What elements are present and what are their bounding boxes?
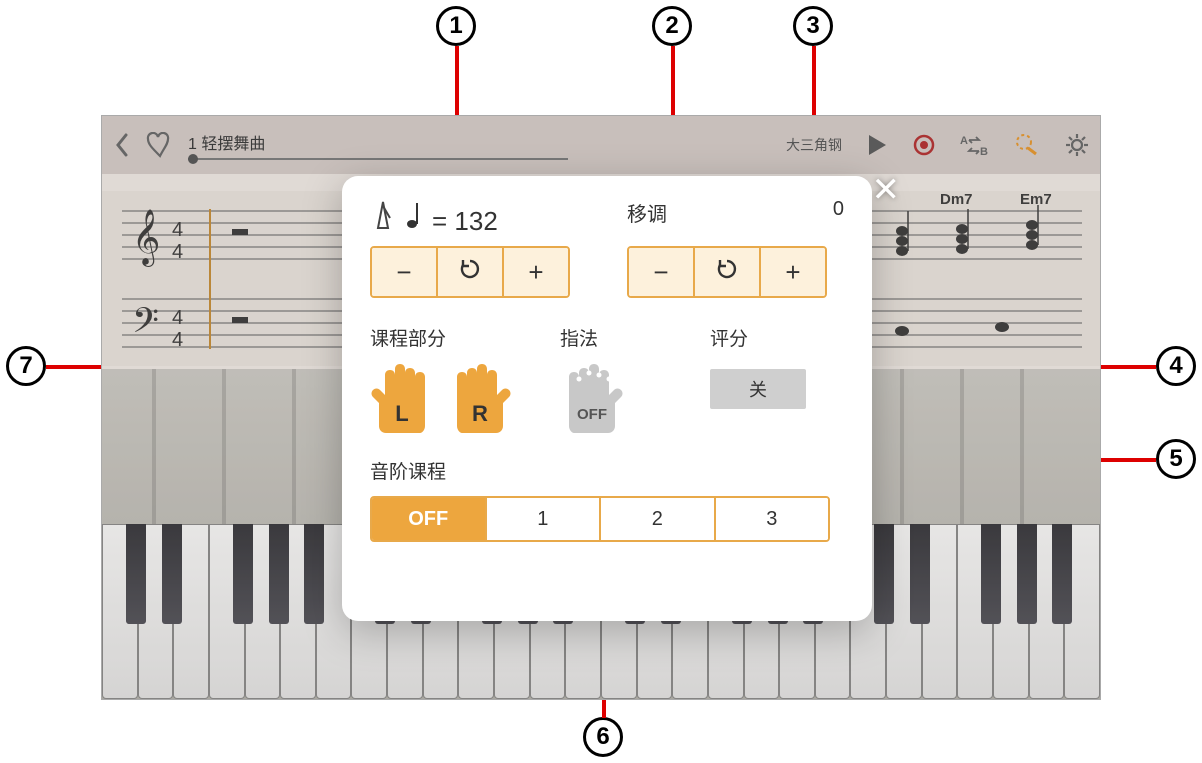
tempo-value: 132: [454, 206, 497, 236]
chord-label-dm7: Dm7: [940, 191, 973, 208]
scoring-section: 评分 关: [710, 324, 806, 435]
step-lesson-section: 音阶课程 OFF 1 2 3: [370, 457, 844, 542]
app-screen: 𝄞 𝄢 44 44 Dm7 Em7: [101, 115, 1101, 700]
left-hand-button[interactable]: L: [370, 363, 434, 435]
callout-2: 2: [652, 6, 692, 46]
lesson-part-section: 课程部分 L R: [370, 324, 560, 435]
chord-label-em7: Em7: [1020, 191, 1052, 208]
step-lesson-3[interactable]: 3: [716, 498, 829, 540]
top-bar: 1 轻摆舞曲 大三角钢 AB: [102, 116, 1100, 174]
transpose-value: 0: [833, 198, 844, 227]
instrument-label: 大三角钢: [786, 135, 842, 155]
fingering-state: OFF: [577, 406, 607, 423]
settings-popup: ✕ = 132 − + 移调 0: [342, 176, 872, 621]
callout-6: 6: [583, 717, 623, 757]
tempo-section: = 132 − +: [370, 198, 587, 298]
callout-7: 7: [6, 346, 46, 386]
callout-5: 5: [1156, 439, 1196, 479]
transpose-section: 移调 0 − +: [627, 198, 844, 298]
right-hand-letter: R: [472, 401, 488, 427]
svg-text:B: B: [980, 146, 988, 157]
song-title: 1 轻摆舞曲: [188, 130, 608, 154]
svg-text:4: 4: [172, 241, 183, 263]
callout-3: 3: [793, 6, 833, 46]
tempo-plus-button[interactable]: +: [504, 248, 568, 296]
transpose-minus-button[interactable]: −: [629, 248, 695, 296]
svg-text:A: A: [960, 135, 968, 147]
svg-text:4: 4: [172, 219, 183, 241]
favorite-icon[interactable]: [146, 132, 174, 158]
left-hand-letter: L: [395, 401, 408, 427]
step-lesson-segmented: OFF 1 2 3: [370, 496, 830, 542]
svg-text:4: 4: [172, 307, 183, 329]
tempo-reset-button[interactable]: [438, 248, 504, 296]
tempo-stepper: − +: [370, 246, 570, 298]
settings-icon[interactable]: [1064, 132, 1090, 158]
play-icon[interactable]: [866, 133, 888, 157]
transpose-stepper: − +: [627, 246, 827, 298]
tempo-minus-button[interactable]: −: [372, 248, 438, 296]
transpose-plus-button[interactable]: +: [761, 248, 825, 296]
record-icon[interactable]: [912, 133, 936, 157]
step-lesson-label: 音阶课程: [370, 457, 844, 484]
back-icon[interactable]: [112, 131, 132, 159]
song-block: 1 轻摆舞曲: [188, 130, 608, 160]
transpose-label: 移调: [627, 198, 667, 227]
step-lesson-off[interactable]: OFF: [372, 498, 487, 540]
scoring-label: 评分: [710, 324, 806, 351]
callout-4: 4: [1156, 346, 1196, 386]
transpose-reset-button[interactable]: [695, 248, 761, 296]
svg-text:𝄞: 𝄞: [132, 210, 160, 267]
lesson-part-label: 课程部分: [370, 324, 560, 351]
close-icon[interactable]: ✕: [872, 170, 901, 210]
step-lesson-2[interactable]: 2: [601, 498, 716, 540]
svg-text:4: 4: [172, 329, 183, 351]
tempo-prefix: =: [432, 206, 454, 236]
fingering-section: 指法 OFF: [560, 324, 710, 435]
svg-text:𝄢: 𝄢: [132, 301, 159, 348]
fingering-label: 指法: [560, 324, 710, 351]
step-lesson-1[interactable]: 1: [487, 498, 602, 540]
guide-icon[interactable]: [1014, 132, 1040, 158]
quarter-note-icon: [406, 200, 422, 230]
scoring-toggle-button[interactable]: 关: [710, 369, 806, 409]
metronome-icon: [370, 198, 396, 230]
fingering-toggle[interactable]: OFF: [560, 363, 624, 435]
song-progress[interactable]: [188, 158, 568, 160]
callout-1: 1: [436, 6, 476, 46]
ab-loop-icon[interactable]: AB: [960, 133, 990, 157]
right-hand-button[interactable]: R: [448, 363, 512, 435]
